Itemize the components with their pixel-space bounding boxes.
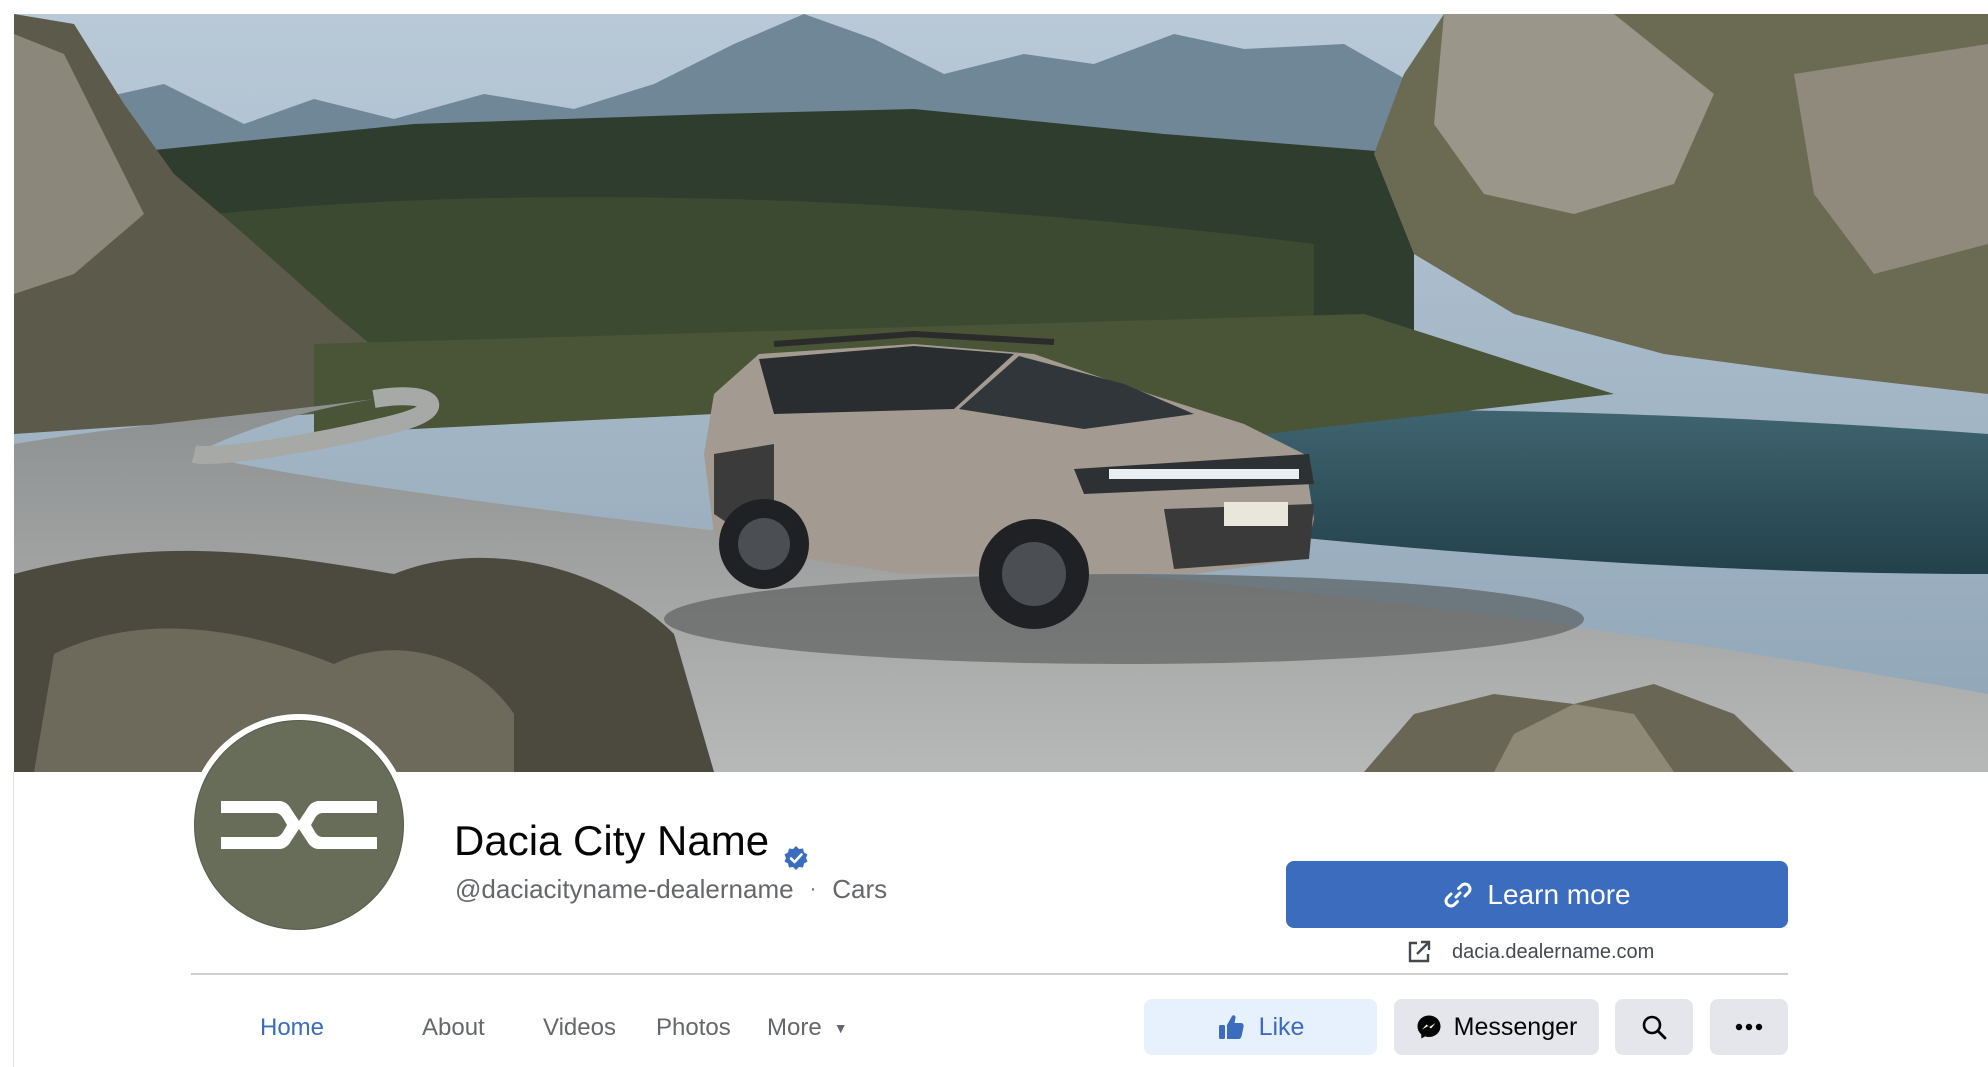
ellipsis-icon [1735,1023,1763,1031]
page-handle: @daciacityname-dealername [455,874,794,904]
search-button[interactable] [1615,999,1693,1055]
caret-down-icon: ▼ [833,1020,848,1036]
header-divider [191,973,1788,975]
website-link[interactable]: dacia.dealername.com [1406,936,1654,968]
messenger-label: Messenger [1453,1012,1578,1041]
messenger-button[interactable]: Messenger [1394,999,1599,1055]
page-category[interactable]: Cars [832,874,887,905]
tab-photos[interactable]: Photos [656,996,731,1060]
tab-about-label: About [422,1014,485,1041]
tab-photos-label: Photos [656,1014,731,1041]
dacia-logo-mark [221,801,377,849]
messenger-icon [1417,1015,1441,1039]
like-label: Like [1258,1012,1305,1041]
tab-videos[interactable]: Videos [543,996,616,1060]
cover-photo-image [14,14,1988,772]
tab-home-label: Home [260,1014,325,1041]
verified-badge-icon [783,828,809,870]
page-name-text: Dacia City Name [454,817,770,864]
tab-more-label: More [767,1014,822,1041]
thumbs-up-icon [1218,1015,1244,1039]
page-title: Dacia City Name [454,812,809,870]
learn-more-label: Learn more [1487,878,1631,910]
link-icon [1444,882,1472,907]
profile-avatar[interactable] [188,714,410,936]
more-options-button[interactable] [1710,999,1788,1055]
tab-videos-label: Videos [543,1014,616,1041]
external-link-icon [1408,940,1431,963]
like-button[interactable]: Like [1144,999,1377,1055]
learn-more-button[interactable]: Learn more [1286,861,1788,928]
cover-photo[interactable] [14,14,1988,772]
tab-home[interactable]: Home [260,996,324,1060]
tab-more[interactable]: More ▼ [767,996,848,1060]
page-meta: @daciacityname-dealername · Cars [455,874,887,905]
facebook-page-header: Dacia City Name @daciacityname-dealernam… [0,0,1988,1067]
page-tabs: Home About Videos Photos More ▼ [0,996,1100,1060]
tab-about[interactable]: About [422,996,485,1060]
search-icon [1642,1015,1667,1040]
meta-separator: · [809,878,817,900]
dacia-logo-icon [194,720,404,930]
website-url: dacia.dealername.com [1452,940,1655,963]
